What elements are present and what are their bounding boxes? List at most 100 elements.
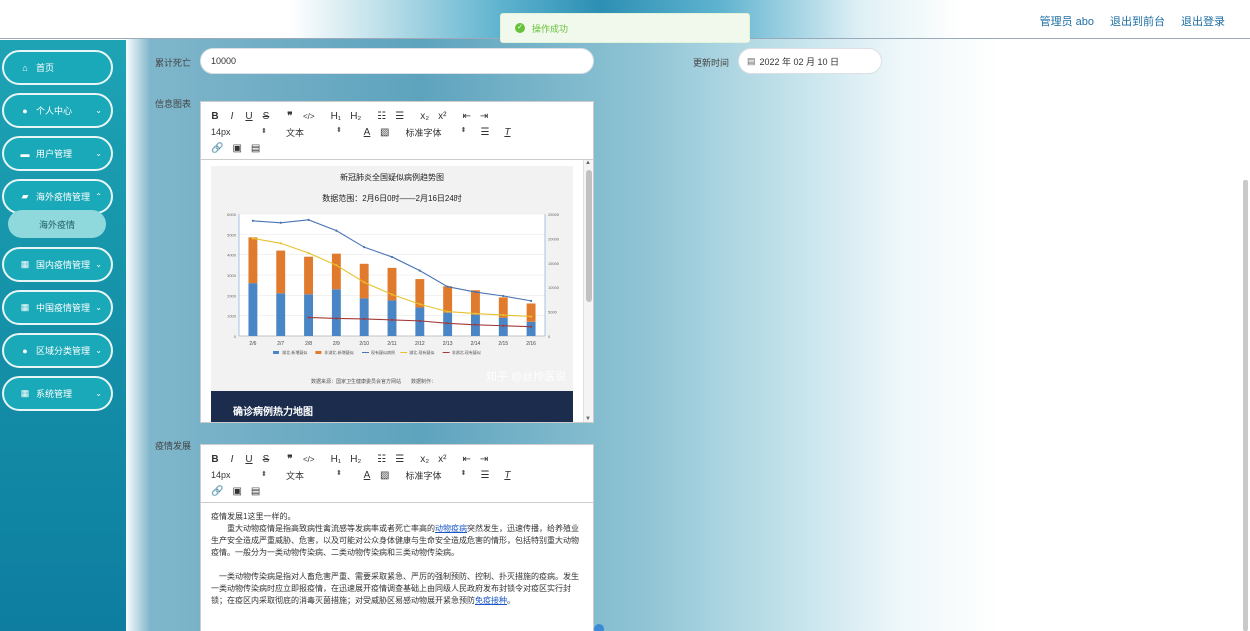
h1-button[interactable]: H₁ [331, 454, 342, 465]
toast-message: 操作成功 [532, 23, 569, 34]
article-link[interactable]: 免疫接种 [475, 596, 507, 605]
indent-icon[interactable]: ⇥ [480, 454, 488, 465]
code-icon[interactable]: </> [303, 455, 315, 464]
sidebar-item-personal[interactable]: ● 个人中心 ⌄ [2, 93, 113, 128]
bar [331, 289, 341, 336]
exit-to-front-link[interactable]: 退出到前台 [1110, 13, 1165, 29]
underline-button[interactable]: U [245, 454, 253, 465]
chevron-down-icon: ⌃ [95, 192, 102, 201]
x-tick-label: 2/6 [249, 341, 256, 347]
image-icon[interactable]: ▣ [232, 486, 241, 497]
ordered-list-icon[interactable]: ☷ [377, 111, 386, 122]
article-text: 一类动物传染病是指对人畜危害严重、需要采取紧急、严厉的强制预防、控制、扑灭措施的… [211, 572, 579, 605]
scroll-down-icon[interactable]: ▼ [585, 416, 591, 422]
paragraph-select[interactable]: 文本 ⬍ [286, 469, 363, 482]
update-time-picker[interactable]: ▤ 2022 年 02 月 10 日 [738, 48, 882, 74]
check-circle-icon: ✓ [515, 23, 525, 33]
outdent-icon[interactable]: ⇤ [462, 111, 470, 122]
font-family-select[interactable]: 标准字体 ⬍ [405, 126, 480, 139]
subscript-button[interactable]: x₂ [420, 454, 429, 465]
scroll-up-icon[interactable]: ▲ [585, 160, 591, 166]
sidebar-item-label: 个人中心 [36, 106, 73, 116]
sidebar-item-system[interactable]: ▦ 系统管理 ⌄ [2, 376, 113, 411]
font-family-select[interactable]: 标准字体 ⬍ [405, 469, 480, 482]
background-color-icon[interactable]: ▧ [380, 470, 389, 481]
drag-handle[interactable] [594, 624, 604, 631]
h2-button[interactable]: H₂ [350, 454, 361, 465]
editor-content[interactable]: 疫情发展1这里一样的。 重大动物疫情是指高致病性禽流感等发病率或者死亡率高的动物… [201, 503, 593, 631]
y-tick-label: 1000 [227, 314, 237, 319]
article-link[interactable]: 动物疫病 [435, 524, 467, 533]
h2-button[interactable]: H₂ [350, 111, 361, 122]
h1-button[interactable]: H₁ [331, 111, 342, 122]
bullet-list-icon[interactable]: ☰ [395, 454, 404, 465]
video-icon[interactable]: ▤ [251, 143, 260, 154]
strike-button[interactable]: S [262, 111, 270, 122]
outdent-icon[interactable]: ⇤ [462, 454, 470, 465]
sidebar-subitem-overseas[interactable]: 海外疫情 [8, 210, 106, 238]
font-size-select[interactable]: 14px ⬍ [211, 127, 286, 137]
strike-button[interactable]: S [262, 454, 270, 465]
ordered-list-icon[interactable]: ☷ [377, 454, 386, 465]
quote-icon[interactable]: ❞ [286, 111, 294, 122]
italic-button[interactable]: I [228, 111, 236, 122]
font-color-icon[interactable]: A [363, 127, 371, 138]
x-tick-label: 2/13 [443, 341, 453, 347]
chart-subtitle: 数据范围：2月6日0时——2月16日24时 [322, 194, 462, 203]
editor-scrollbar[interactable]: ▲ ▼ [583, 160, 593, 422]
logout-link[interactable]: 退出登录 [1181, 13, 1225, 29]
sidebar-item-domestic[interactable]: ▦ 国内疫情管理 ⌄ [2, 247, 113, 282]
align-icon[interactable]: ☰ [480, 127, 489, 138]
chevron-down-icon: ⌄ [95, 106, 102, 115]
paragraph-select[interactable]: 文本 ⬍ [286, 126, 363, 139]
font-color-icon[interactable]: A [363, 470, 371, 481]
select-arrow-icon: ⬍ [460, 469, 467, 477]
font-size-select[interactable]: 14px ⬍ [211, 470, 286, 480]
link-icon[interactable]: 🔗 [211, 486, 223, 497]
bold-button[interactable]: B [211, 111, 219, 122]
align-icon[interactable]: ☰ [480, 470, 489, 481]
heatmap-banner: 确诊病例热力地图 [211, 391, 573, 422]
bullet-list-icon[interactable]: ☰ [395, 111, 404, 122]
subscript-button[interactable]: x₂ [420, 111, 429, 122]
sidebar-item-label: 区域分类管理 [36, 346, 91, 356]
sidebar-item-home[interactable]: ⌂ 首页 [2, 50, 113, 85]
sidebar-item-china[interactable]: ▦ 中国疫情管理 ⌄ [2, 290, 113, 325]
y-tick-label: 6000 [227, 212, 237, 217]
x-tick-label: 2/14 [471, 341, 481, 347]
chart-image: 新冠肺炎全国疑似病例趋势图 数据范围：2月6日0时——2月16日24时 0 100… [211, 166, 573, 422]
bar [526, 321, 536, 336]
development-editor[interactable]: B I U S ❞ </> H₁ H₂ ☷ ☰ x₂ x² ⇤ ⇥ 14px ⬍ … [200, 444, 594, 631]
italic-button[interactable]: I [228, 454, 236, 465]
info-chart-editor[interactable]: B I U S ❞ </> H₁ H₂ ☷ ☰ x₂ x² ⇤ ⇥ 14px ⬍ … [200, 101, 594, 423]
sidebar-item-label: 中国疫情管理 [36, 303, 91, 313]
image-icon[interactable]: ▣ [232, 143, 241, 154]
code-icon[interactable]: </> [303, 112, 315, 121]
clear-format-icon[interactable]: T [503, 127, 511, 138]
y2-tick-label: 25000 [548, 212, 560, 217]
underline-button[interactable]: U [245, 111, 253, 122]
sidebar-item-users[interactable]: ▬ 用户管理 ⌄ [2, 136, 113, 171]
series-point [251, 237, 255, 240]
death-value: 10000 [211, 56, 237, 66]
grid-icon: ▦ [20, 259, 30, 269]
sidebar-item-region[interactable]: ● 区域分类管理 ⌄ [2, 333, 113, 368]
death-input[interactable]: 10000 [200, 48, 594, 74]
indent-icon[interactable]: ⇥ [480, 111, 488, 122]
video-icon[interactable]: ▤ [251, 486, 260, 497]
scroll-thumb[interactable] [586, 170, 592, 302]
sidebar-item-overseas[interactable]: ▰ 海外疫情管理 ⌃ [2, 179, 113, 214]
background-color-icon[interactable]: ▧ [380, 127, 389, 138]
clear-format-icon[interactable]: T [503, 470, 511, 481]
link-icon[interactable]: 🔗 [211, 143, 223, 154]
bold-button[interactable]: B [211, 454, 219, 465]
page-scrollbar[interactable] [1243, 180, 1248, 631]
grid-icon: ▦ [20, 302, 30, 312]
superscript-button[interactable]: x² [438, 111, 446, 122]
editor-content[interactable]: 新冠肺炎全国疑似病例趋势图 数据范围：2月6日0时——2月16日24时 0 100… [201, 160, 593, 422]
superscript-button[interactable]: x² [438, 454, 446, 465]
quote-icon[interactable]: ❞ [286, 454, 294, 465]
select-arrow-icon: ⬍ [261, 471, 267, 478]
message-icon: ▰ [21, 191, 29, 201]
series-point [418, 269, 421, 272]
